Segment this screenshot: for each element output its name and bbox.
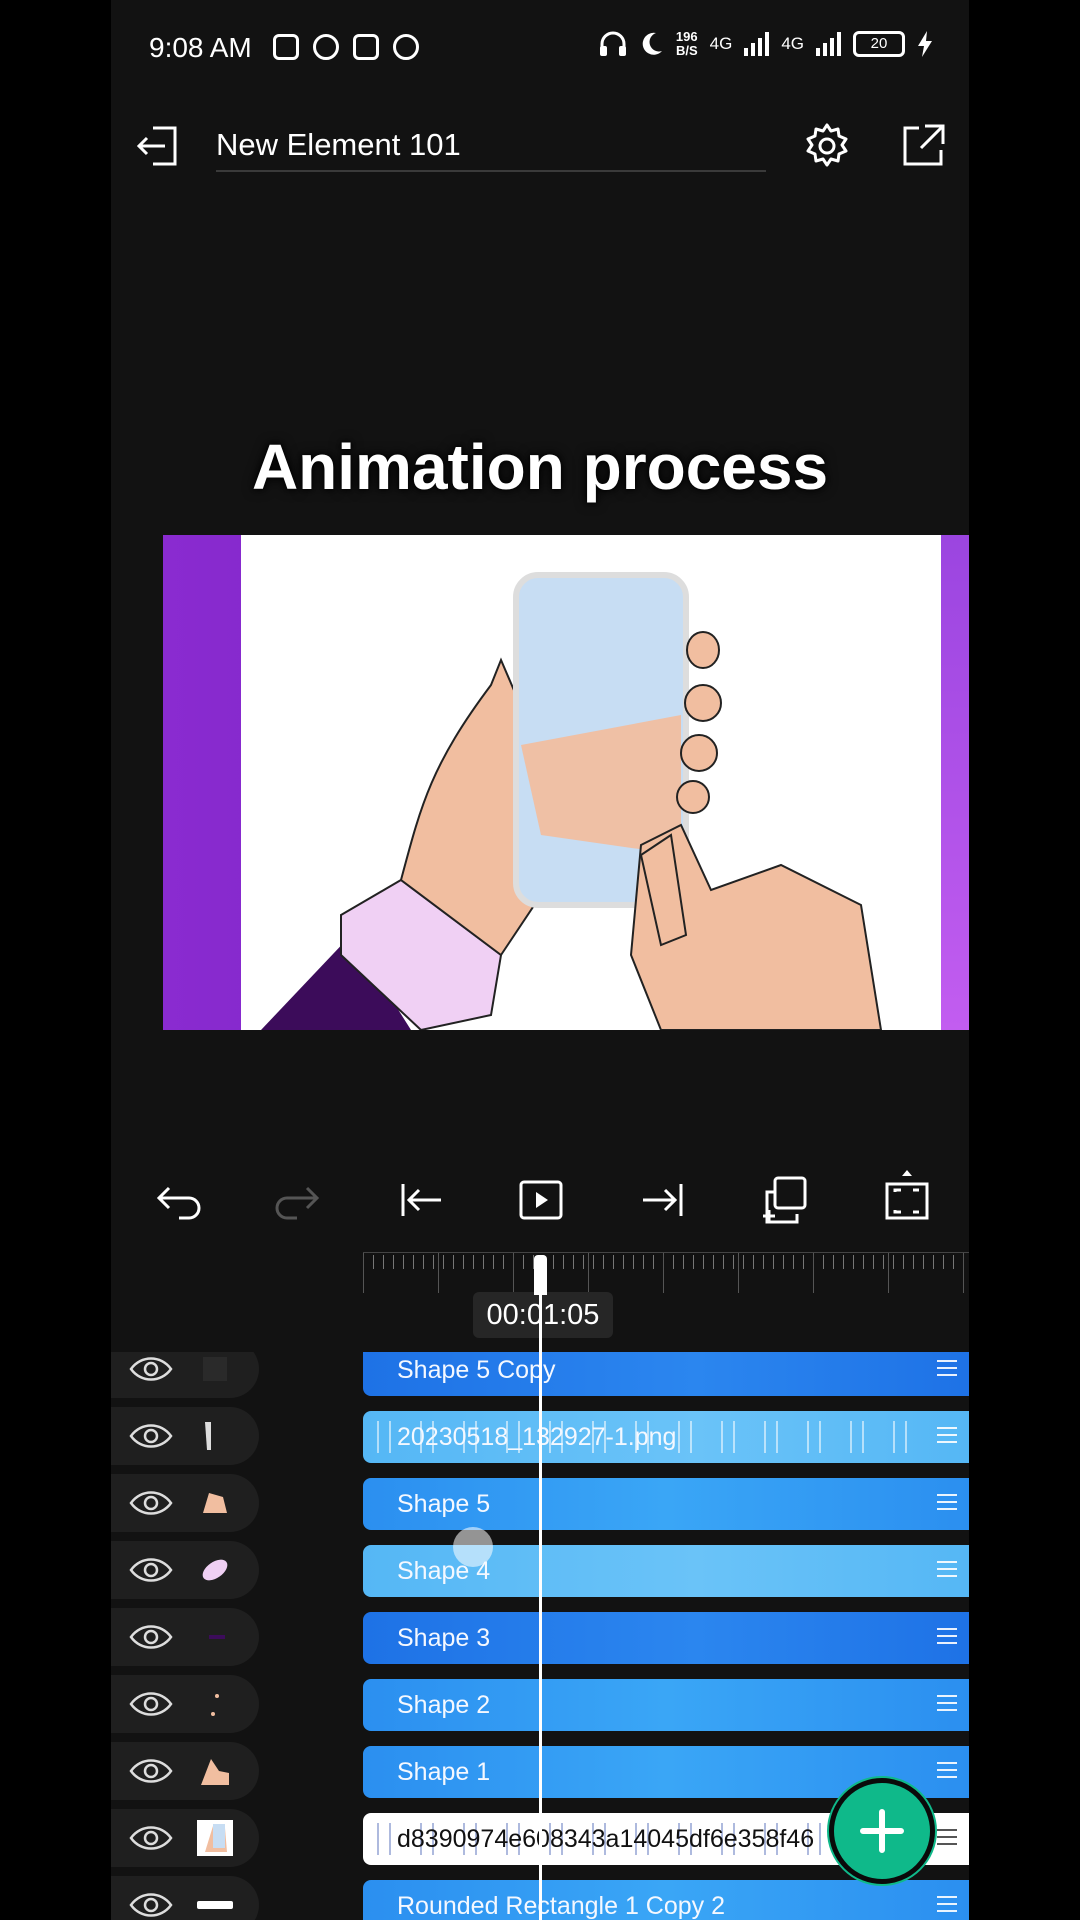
layer-name: Rounded Rectangle 1 Copy 2 <box>397 1892 726 1920</box>
drag-handle-icon[interactable] <box>937 1427 957 1447</box>
status-time: 9:08 AM <box>149 32 252 63</box>
app-screen: 9:08 AM 196 B/S 4G 4G 20 New Element 101… <box>111 0 969 1920</box>
drag-handle-icon[interactable] <box>937 1628 957 1648</box>
layer-name: Shape 1 <box>397 1758 491 1786</box>
touch-indicator <box>453 1527 493 1567</box>
layer-thumbnail <box>209 1635 225 1639</box>
layer-controls <box>111 1742 259 1800</box>
layer-track[interactable]: Rounded Rectangle 1 Copy 2 <box>363 1880 969 1920</box>
layer-controls <box>111 1876 259 1920</box>
eye-icon[interactable] <box>129 1353 173 1385</box>
layer-name: d8390974e608343a14045df6e358f46 <box>397 1825 815 1853</box>
layer-controls <box>111 1675 259 1733</box>
gear-icon[interactable] <box>801 120 853 172</box>
network-type-2: 4G <box>781 34 804 53</box>
layer-track[interactable]: Shape 5 Copy <box>363 1352 969 1396</box>
plus-icon <box>860 1809 904 1853</box>
canvas-heading: Animation process <box>251 431 829 503</box>
timeline-toolbar <box>111 1160 969 1240</box>
eye-icon[interactable] <box>129 1554 173 1586</box>
share-icon[interactable] <box>897 120 949 172</box>
layer-name: Shape 5 Copy <box>397 1356 556 1384</box>
drag-handle-icon[interactable] <box>937 1561 957 1581</box>
layer-track[interactable]: Shape 3 <box>363 1612 969 1664</box>
layer-thumbnail <box>197 1901 233 1909</box>
eye-icon[interactable] <box>129 1688 173 1720</box>
net-speed-unit: B/S <box>675 43 698 58</box>
drag-handle-icon[interactable] <box>937 1762 957 1782</box>
playhead[interactable] <box>539 1255 542 1920</box>
layer-controls <box>111 1608 259 1666</box>
layer-name: 20230518_132927-1.png <box>397 1423 677 1451</box>
drag-handle-icon[interactable] <box>937 1829 957 1849</box>
app-bar: New Element 101 <box>111 96 969 196</box>
drag-handle-icon[interactable] <box>937 1896 957 1916</box>
net-speed-value: 196 <box>675 29 698 44</box>
project-name-field[interactable]: New Element 101 <box>216 122 766 172</box>
layer-controls <box>111 1474 259 1532</box>
signal-bars-2-icon <box>816 32 841 56</box>
canvas-artboard <box>241 535 941 1030</box>
layer-track[interactable]: 20230518_132927-1.png <box>363 1411 969 1463</box>
notification-icons <box>273 34 419 60</box>
drag-handle-icon[interactable] <box>937 1360 957 1380</box>
jump-to-end-icon[interactable] <box>633 1170 693 1230</box>
network-type-1: 4G <box>709 34 733 53</box>
layer-name: Shape 3 <box>397 1624 491 1652</box>
drag-handle-icon[interactable] <box>937 1695 957 1715</box>
layer-track[interactable]: Shape 5 <box>363 1478 969 1530</box>
drag-handle-icon[interactable] <box>937 1494 957 1514</box>
net-speed: 196 B/S <box>676 30 698 58</box>
layer-thumbnail <box>205 1422 211 1450</box>
eye-icon[interactable] <box>129 1822 173 1854</box>
youtube-notification-icon <box>273 34 299 60</box>
layer-thumbnail <box>203 1493 227 1513</box>
eye-icon[interactable] <box>129 1621 173 1653</box>
layer-thumbnail <box>202 1559 228 1581</box>
play-loop-icon[interactable] <box>511 1170 571 1230</box>
gallery-notification-icon <box>353 34 379 60</box>
jump-to-start-icon[interactable] <box>391 1170 451 1230</box>
hand-with-phone-illustration <box>261 572 883 1030</box>
eye-icon[interactable] <box>129 1755 173 1787</box>
layer-name: Shape 5 <box>397 1490 491 1518</box>
system-indicators: 196 B/S 4G 4G 20 <box>598 30 933 58</box>
whatsapp-notification-icon <box>313 34 339 60</box>
battery-icon: 20 <box>853 31 905 57</box>
current-timecode: 00:01:05 <box>473 1292 613 1338</box>
exit-icon[interactable] <box>133 120 185 172</box>
signal-bars-1-icon <box>744 32 770 56</box>
moon-icon <box>642 32 662 55</box>
undo-icon[interactable] <box>147 1170 207 1230</box>
add-layer-button[interactable] <box>829 1778 935 1884</box>
timeline-ruler[interactable] <box>363 1252 969 1293</box>
layer-thumbnail <box>197 1820 233 1856</box>
layer-name: Shape 2 <box>397 1691 491 1719</box>
eye-icon[interactable] <box>129 1889 173 1920</box>
layer-controls <box>111 1541 259 1599</box>
headphones-icon <box>599 31 626 56</box>
layer-track[interactable]: Shape 2 <box>363 1679 969 1731</box>
layer-thumbnail <box>203 1357 227 1381</box>
canvas-edge <box>941 535 969 1030</box>
layer-controls <box>111 1352 259 1398</box>
add-keyframe-copy-icon[interactable] <box>755 1170 815 1230</box>
layer-thumbnail <box>201 1759 229 1785</box>
animation-canvas[interactable] <box>163 535 969 1030</box>
check-notification-icon <box>393 34 419 60</box>
fit-to-screen-icon[interactable] <box>877 1170 937 1230</box>
playhead-handle[interactable] <box>534 1255 547 1295</box>
charging-icon <box>918 31 932 57</box>
layer-controls <box>111 1809 259 1867</box>
redo-icon[interactable] <box>269 1170 329 1230</box>
eye-icon[interactable] <box>129 1487 173 1519</box>
eye-icon[interactable] <box>129 1420 173 1452</box>
status-bar: 9:08 AM 196 B/S 4G 4G 20 <box>111 0 969 96</box>
layer-thumbnail <box>211 1694 219 1716</box>
layer-controls <box>111 1407 259 1465</box>
